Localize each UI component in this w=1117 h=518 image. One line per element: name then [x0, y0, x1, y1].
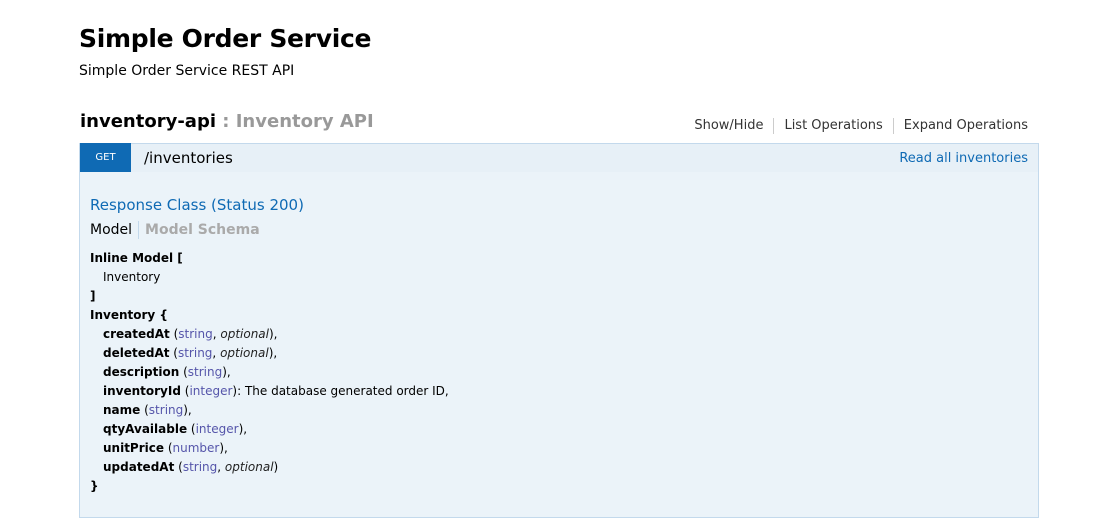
field-name: unitPrice	[103, 441, 165, 455]
list-operations-link[interactable]: List Operations	[773, 118, 892, 134]
field-end: ),	[183, 403, 192, 417]
inline-model-item: Inventory	[103, 270, 161, 284]
operation-summary-link[interactable]: Read all inventories	[899, 151, 1028, 166]
field-type: string	[178, 327, 213, 341]
field-type: string	[177, 346, 213, 360]
field-type: string	[187, 365, 223, 379]
field-type: number	[172, 441, 220, 455]
page: Simple Order Service Simple Order Servic…	[0, 0, 1117, 518]
field-name: deletedAt	[103, 346, 170, 360]
inline-model-open: Inline Model [	[90, 251, 183, 265]
field-name: inventoryId	[103, 384, 181, 398]
model-name-open: Inventory {	[90, 308, 168, 322]
field-optional: optional	[220, 346, 269, 360]
field-end: ),	[268, 346, 278, 360]
resource-operations: Show/Hide List Operations Expand Operati…	[694, 118, 1028, 134]
resource-name[interactable]: inventory-api	[80, 111, 216, 132]
field-optional: optional	[224, 460, 274, 474]
field-name: updatedAt	[103, 460, 175, 474]
tab-model-schema[interactable]: Model Schema	[139, 221, 266, 239]
model-signature: Inline Model [ Inventory ] Inventory { c…	[90, 249, 449, 496]
model-field-row: qtyAvailable (integer),	[103, 422, 248, 436]
model-field-row: name (string),	[103, 403, 192, 417]
resource-description: Inventory API	[235, 111, 374, 132]
model-field-row: description (string),	[103, 365, 231, 379]
field-name: description	[103, 365, 180, 379]
app-subtitle: Simple Order Service REST API	[79, 63, 295, 79]
field-type: integer	[195, 422, 239, 436]
operation-content: Response Class (Status 200) Model Model …	[79, 172, 1039, 518]
field-type: string	[182, 460, 218, 474]
model-field-row: updatedAt (string, optional)	[103, 460, 279, 474]
http-method-badge[interactable]: GET	[80, 143, 131, 173]
model-close: }	[90, 479, 99, 493]
field-end: ),	[219, 441, 228, 455]
expand-operations-link[interactable]: Expand Operations	[892, 118, 1028, 134]
field-end: )	[273, 460, 279, 474]
field-name: name	[103, 403, 141, 417]
field-end: ),	[222, 365, 231, 379]
resource-heading[interactable]: inventory-api : Inventory API	[80, 111, 374, 132]
model-field-row: unitPrice (number),	[103, 441, 228, 455]
inline-model-close: ]	[90, 289, 96, 303]
field-end: ),	[238, 422, 248, 436]
field-type: string	[148, 403, 184, 417]
model-field-row: inventoryId (integer): The database gene…	[103, 384, 449, 398]
operation-path[interactable]: /inventories	[144, 149, 233, 167]
field-optional: optional	[220, 327, 269, 341]
field-name: createdAt	[103, 327, 170, 341]
model-fields: createdAt (string, optional), deletedAt (…	[90, 325, 449, 477]
field-description: : The database generated order ID,	[237, 384, 449, 398]
field-type: integer	[189, 384, 233, 398]
app-title: Simple Order Service	[79, 24, 372, 53]
resource-separator: :	[216, 111, 236, 132]
operation-heading[interactable]: GET /inventories Read all inventories	[79, 143, 1039, 173]
show-hide-link[interactable]: Show/Hide	[694, 118, 773, 134]
field-end: ),	[269, 327, 278, 341]
response-class-title: Response Class (Status 200)	[90, 196, 304, 214]
model-field-row: deletedAt (string, optional),	[103, 346, 278, 360]
field-name: qtyAvailable	[103, 422, 188, 436]
model-field-row: createdAt (string, optional),	[103, 327, 278, 341]
tab-model[interactable]: Model	[90, 221, 140, 239]
model-tabs: Model Model Schema	[90, 221, 266, 239]
